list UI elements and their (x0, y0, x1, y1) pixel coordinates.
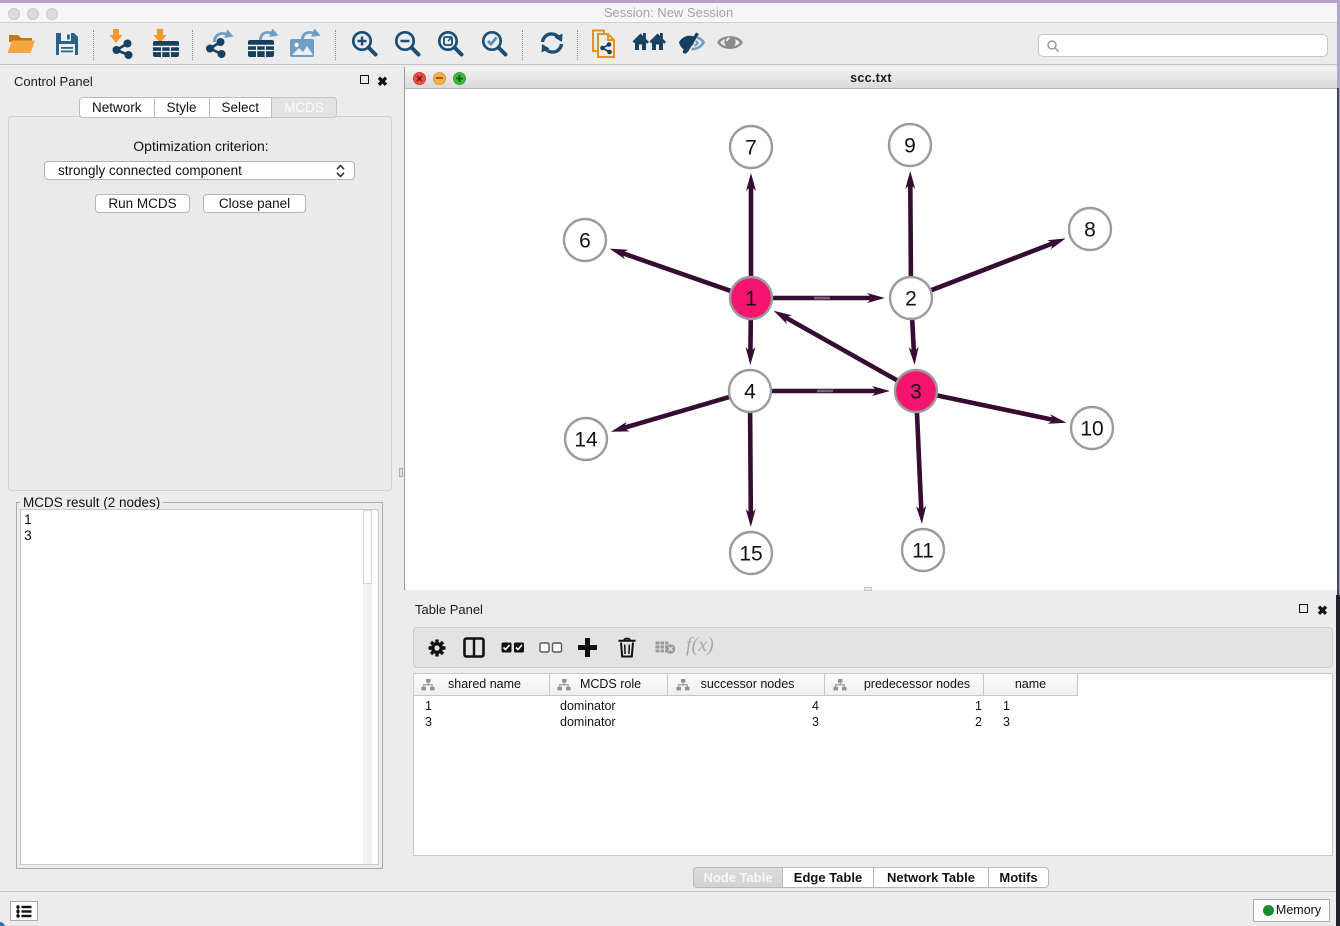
svg-text:4: 4 (744, 381, 756, 404)
svg-text:1: 1 (745, 288, 757, 311)
svg-text:14: 14 (574, 429, 598, 452)
svg-text:2: 2 (905, 288, 917, 311)
svg-text:8: 8 (1084, 219, 1096, 242)
svg-text:10: 10 (1080, 418, 1103, 441)
svg-text:7: 7 (745, 137, 757, 160)
svg-text:9: 9 (904, 135, 916, 158)
svg-text:6: 6 (579, 230, 591, 253)
svg-text:3: 3 (910, 381, 922, 404)
svg-text:15: 15 (739, 543, 762, 566)
svg-text:11: 11 (912, 540, 934, 563)
